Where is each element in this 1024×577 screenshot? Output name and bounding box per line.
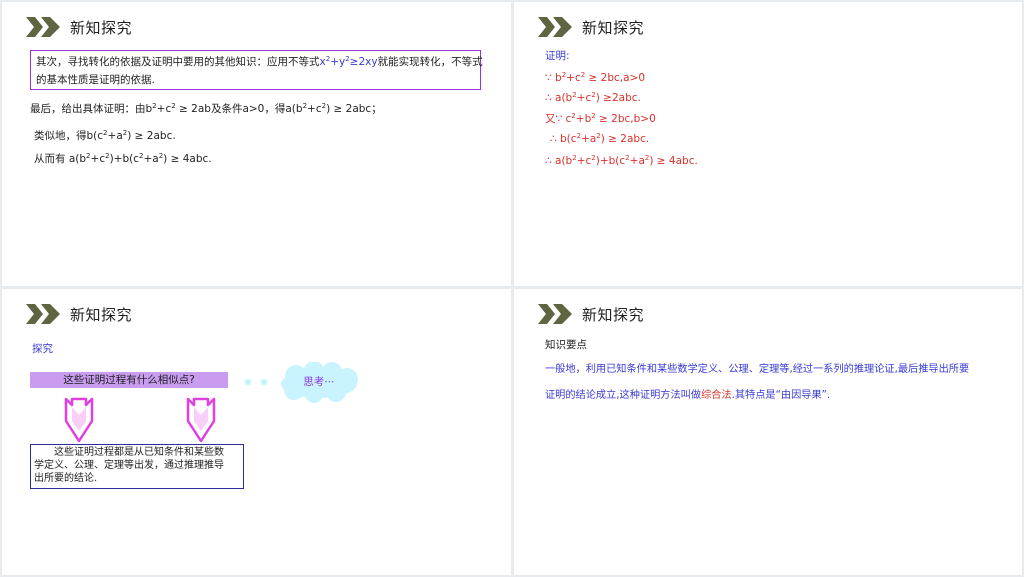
slide-4: 新知探究 知识要点 一般地，利用已知条件和某些数学定义、公理、定理等,经过一系列… bbox=[514, 289, 1022, 575]
slide-title: 新知探究 bbox=[582, 18, 645, 37]
answer-line-1: 这些证明过程都是从已知条件和某些数 bbox=[54, 447, 224, 458]
slide-title: 新知探究 bbox=[582, 305, 645, 324]
thought-dot bbox=[245, 379, 251, 385]
proof-paragraph-3: 从而有 a(b2+c2)+b(c2+a2) ≥ 4abc. bbox=[34, 152, 212, 166]
double-chevron-icon bbox=[26, 304, 60, 324]
slide-header: 新知探究 bbox=[538, 303, 644, 325]
answer-line-3: 出所要的结论. bbox=[34, 473, 98, 484]
double-chevron-icon bbox=[538, 17, 572, 37]
thought-dot bbox=[261, 379, 267, 385]
proof-line-3: 又∵ c2+b2 ≥ 2bc,b>0 bbox=[545, 112, 656, 126]
slide-3: 新知探究 探究 这些证明过程有什么相似点? 思考⋯ 这些证明过程都是从已知条件和… bbox=[2, 289, 511, 575]
down-arrow-icon bbox=[64, 397, 94, 443]
key-points-label: 知识要点 bbox=[545, 339, 587, 351]
proof-line-5: ∴ a(b2+c2)+b(c2+a2) ≥ 4abc. bbox=[545, 154, 698, 168]
down-arrow-icon bbox=[186, 397, 216, 443]
definition-line-2: 证明的结论成立,这种证明方法叫做综合法.其特点是“由因导果”. bbox=[545, 390, 831, 401]
double-chevron-icon bbox=[538, 304, 572, 324]
think-text: 思考⋯ bbox=[303, 376, 335, 388]
proof-paragraph-1: 最后，给出具体证明：由b2+c2 ≥ 2ab及条件a>0，得a(b2+c2) ≥… bbox=[30, 102, 382, 116]
inequality-formula: x2+y2≥2xy bbox=[319, 55, 378, 69]
slide-2: 新知探究 证明: ∵ b2+c2 ≥ 2bc,a>0 ∴ a(b2+c2) ≥2… bbox=[514, 2, 1022, 286]
slide-title: 新知探究 bbox=[70, 18, 133, 37]
proof-line-2: ∴ a(b2+c2) ≥2abc. bbox=[545, 91, 641, 105]
slide-1: 新知探究 其次，寻找转化的依据及证明中要用的其他知识：应用不等式x2+y2≥2x… bbox=[2, 2, 511, 286]
slide-header: 新知探究 bbox=[26, 303, 132, 325]
answer-line-2: 学定义、公理、定理等出发，通过推理推导 bbox=[34, 460, 224, 471]
proof-line-4: ∴ b(c2+a2) ≥ 2abc. bbox=[550, 132, 650, 146]
double-chevron-icon bbox=[26, 17, 60, 37]
box-line-2: 的基本性质是证明的依据. bbox=[36, 74, 155, 86]
definition-line-1: 一般地，利用已知条件和某些数学定义、公理、定理等,经过一系列的推理论证,最后推导… bbox=[545, 364, 970, 375]
question-bar: 这些证明过程有什么相似点? bbox=[30, 372, 228, 388]
synthesis-method-term: 综合法 bbox=[701, 390, 732, 401]
proof-paragraph-2: 类似地，得b(c2+a2) ≥ 2abc. bbox=[34, 129, 176, 143]
question-text: 这些证明过程有什么相似点? bbox=[63, 374, 195, 386]
proof-label: 证明: bbox=[545, 50, 570, 62]
answer-box: 这些证明过程都是从已知条件和某些数 学定义、公理、定理等出发，通过推理推导 出所… bbox=[30, 444, 244, 489]
slide-header: 新知探究 bbox=[538, 16, 644, 38]
box-line-1: 其次，寻找转化的依据及证明中要用的其他知识：应用不等式x2+y2≥2xy就能实现… bbox=[36, 55, 483, 69]
slide-header: 新知探究 bbox=[26, 16, 132, 38]
proof-line-1: ∵ b2+c2 ≥ 2bc,a>0 bbox=[545, 71, 646, 85]
explore-label: 探究 bbox=[32, 343, 53, 355]
slide-title: 新知探究 bbox=[70, 305, 133, 324]
highlight-box: 其次，寻找转化的依据及证明中要用的其他知识：应用不等式x2+y2≥2xy就能实现… bbox=[30, 50, 483, 90]
